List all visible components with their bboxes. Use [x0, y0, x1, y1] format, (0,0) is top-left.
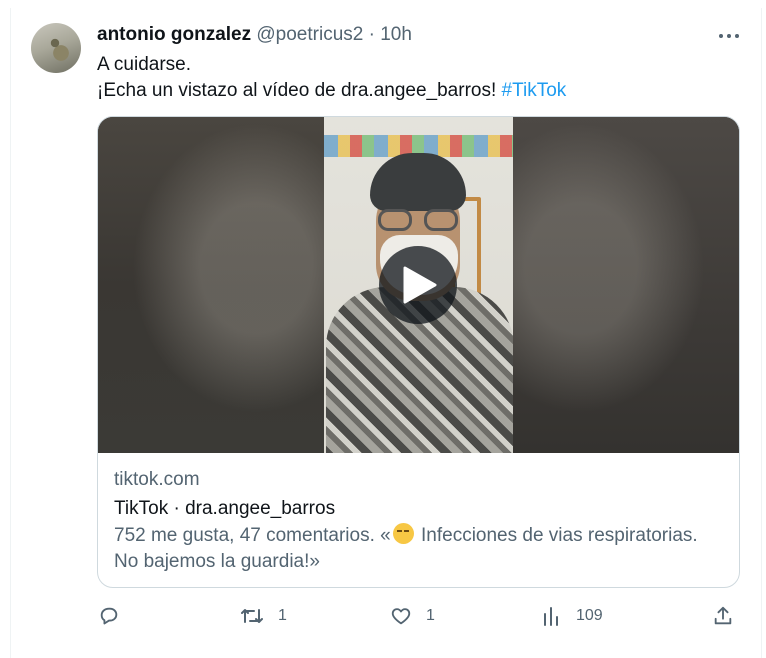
video-thumbnail[interactable]	[98, 117, 739, 453]
reply-icon	[100, 607, 118, 625]
tweet-time[interactable]: 10h	[380, 24, 412, 45]
action-bar: 1 1 109	[0, 598, 766, 634]
bar-chart-icon	[544, 607, 558, 626]
link-card[interactable]: tiktok.com TikTok · dra.angee_barros 752…	[97, 116, 740, 588]
tweet-line-2: ¡Echa un vistazo al vídeo de dra.angee_b…	[97, 78, 737, 104]
reply-button[interactable]	[98, 598, 134, 634]
hashtag-link[interactable]: #TikTok	[502, 80, 567, 101]
tweet-line-2-text: ¡Echa un vistazo al vídeo de dra.angee_b…	[97, 80, 502, 101]
video-blur-right	[513, 117, 739, 453]
card-description: 752 me gusta, 47 comentarios. « Infeccio…	[114, 523, 724, 575]
tweet-text: A cuidarse. ¡Echa un vistazo al vídeo de…	[97, 52, 737, 104]
surgical-cap	[370, 153, 466, 211]
more-options-icon[interactable]	[716, 26, 742, 46]
play-icon	[403, 266, 437, 304]
author-name[interactable]: antonio gonzalez	[97, 24, 251, 45]
card-desc-start: 752 me gusta, 47 comentarios. «	[114, 525, 391, 546]
heart-icon	[391, 608, 411, 625]
like-button[interactable]: 1	[390, 598, 435, 634]
share-icon	[714, 606, 732, 625]
video-blur-left	[98, 117, 324, 453]
views-count: 109	[576, 607, 603, 624]
share-button[interactable]	[712, 598, 734, 634]
play-button[interactable]	[379, 246, 457, 324]
tweet-line-1: A cuidarse.	[97, 54, 191, 75]
views-button[interactable]: 109	[542, 598, 603, 634]
glasses	[376, 209, 462, 233]
retweet-button[interactable]: 1	[240, 598, 287, 634]
avatar[interactable]	[31, 23, 81, 73]
like-count: 1	[426, 607, 435, 624]
tweet-header: antonio gonzalez @poetricus2 · 10h	[97, 24, 412, 46]
retweet-count: 1	[278, 607, 287, 624]
retweet-icon	[241, 609, 263, 623]
author-handle[interactable]: @poetricus2	[256, 24, 363, 45]
sneezing-face-icon	[392, 523, 414, 544]
header-separator: ·	[368, 24, 375, 45]
card-title: TikTok · dra.angee_barros	[114, 498, 336, 519]
card-domain: tiktok.com	[114, 469, 200, 490]
